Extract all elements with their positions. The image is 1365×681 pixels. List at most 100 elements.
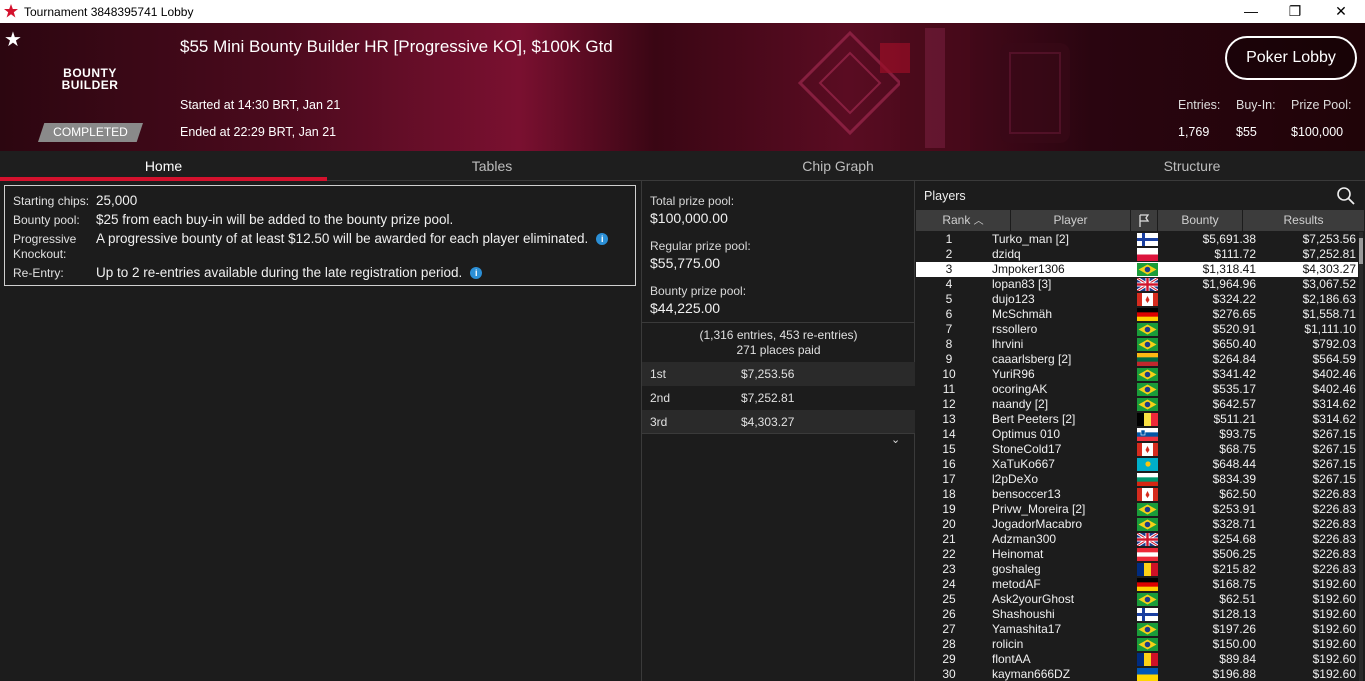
player-result: $1,111.10 bbox=[1304, 322, 1356, 336]
players-title: Players bbox=[924, 189, 966, 203]
player-bounty: $535.17 bbox=[1212, 382, 1256, 396]
player-row[interactable]: 23 goshaleg $215.82 $226.83 bbox=[916, 562, 1358, 577]
player-bounty: $62.50 bbox=[1219, 487, 1256, 501]
tab-structure[interactable]: Structure bbox=[1019, 151, 1365, 181]
players-scrollbar[interactable] bbox=[1359, 232, 1363, 681]
player-name: dzidq bbox=[992, 247, 1021, 261]
ended-time: Ended at 22:29 BRT, Jan 21 bbox=[180, 125, 337, 139]
close-button[interactable]: ✕ bbox=[1326, 2, 1356, 20]
player-name: flontAA bbox=[992, 652, 1031, 666]
player-rank: 1 bbox=[945, 232, 953, 246]
player-name: Heinomat bbox=[992, 547, 1044, 561]
player-row[interactable]: 5 dujo123 $324.22 $2,186.63 bbox=[916, 292, 1358, 307]
player-rank: 29 bbox=[942, 652, 956, 666]
status-badge: COMPLETED bbox=[38, 123, 143, 142]
player-row[interactable]: 29 flontAA $89.84 $192.60 bbox=[916, 652, 1358, 667]
player-row[interactable]: 9 caaarlsberg [2] $264.84 $564.59 bbox=[916, 352, 1358, 367]
entries-summary: (1,316 entries, 453 re-entries) 271 plac… bbox=[642, 322, 915, 358]
flag-icon bbox=[1139, 214, 1150, 227]
player-row[interactable]: 27 Yamashita17 $197.26 $192.60 bbox=[916, 622, 1358, 637]
player-row[interactable]: 25 Ask2yourGhost $62.51 $192.60 bbox=[916, 592, 1358, 607]
player-row[interactable]: 21 Adzman300 $254.68 $226.83 bbox=[916, 532, 1358, 547]
prize-panel: Total prize pool: $100,000.00 Regular pr… bbox=[641, 181, 915, 681]
player-row[interactable]: 14 Optimus 010 $93.75 $267.15 bbox=[916, 427, 1358, 442]
bounty-column-header[interactable]: Bounty bbox=[1158, 210, 1243, 231]
player-row[interactable]: 24 metodAF $168.75 $192.60 bbox=[916, 577, 1358, 592]
player-row[interactable]: 16 XaTuKo667 $648.44 $267.15 bbox=[916, 457, 1358, 472]
poker-lobby-button[interactable]: Poker Lobby bbox=[1225, 36, 1357, 80]
player-row[interactable]: 10 YuriR96 $341.42 $402.46 bbox=[916, 367, 1358, 382]
player-name: rssollero bbox=[992, 322, 1038, 336]
player-result: $226.83 bbox=[1312, 562, 1356, 576]
player-result: $192.60 bbox=[1312, 637, 1356, 651]
player-row[interactable]: 8 lhrvini $650.40 $792.03 bbox=[916, 337, 1358, 352]
player-rank: 24 bbox=[942, 577, 956, 591]
player-row[interactable]: 30 kayman666DZ $196.88 $192.60 bbox=[916, 667, 1358, 681]
player-row[interactable]: 28 rolicin $150.00 $192.60 bbox=[916, 637, 1358, 652]
player-row[interactable]: 1 Turko_man [2] $5,691.38 $7,253.56 bbox=[916, 232, 1358, 247]
bounty-pool-value: $25 from each buy-in will be added to th… bbox=[96, 212, 454, 227]
maximize-button[interactable]: ❐ bbox=[1280, 2, 1310, 20]
starting-chips-value: 25,000 bbox=[96, 193, 138, 208]
player-row[interactable]: 22 Heinomat $506.25 $226.83 bbox=[916, 547, 1358, 562]
player-result: $1,558.71 bbox=[1302, 307, 1356, 321]
player-row[interactable]: 18 bensoccer13 $62.50 $226.83 bbox=[916, 487, 1358, 502]
player-rank: 16 bbox=[942, 457, 956, 471]
results-column-header[interactable]: Results bbox=[1243, 210, 1364, 231]
player-row[interactable]: 6 McSchmäh $276.65 $1,558.71 bbox=[916, 307, 1358, 322]
place-row-2: 2nd $7,252.81 bbox=[642, 386, 915, 410]
player-name: Bert Peeters [2] bbox=[992, 412, 1076, 426]
started-time: Started at 14:30 BRT, Jan 21 bbox=[180, 98, 341, 112]
country-flag-icon bbox=[1137, 383, 1158, 396]
search-icon[interactable] bbox=[1336, 186, 1356, 206]
tab-chip-graph[interactable]: Chip Graph bbox=[657, 151, 1019, 181]
player-result: $7,253.56 bbox=[1302, 232, 1356, 246]
player-rank: 13 bbox=[942, 412, 956, 426]
total-prize-label: Total prize pool: bbox=[650, 194, 735, 208]
banner-decoration bbox=[797, 23, 1070, 151]
player-row[interactable]: 2 dzidq $111.72 $7,252.81 bbox=[916, 247, 1358, 262]
player-bounty: $511.21 bbox=[1213, 412, 1257, 426]
player-row[interactable]: 13 Bert Peeters [2] $511.21 $314.62 bbox=[916, 412, 1358, 427]
player-row[interactable]: 26 Shashoushi $128.13 $192.60 bbox=[916, 607, 1358, 622]
player-row[interactable]: 3 Jmpoker1306 $1,318.41 $4,303.27 bbox=[916, 262, 1358, 277]
player-row[interactable]: 11 ocoringAK $535.17 $402.46 bbox=[916, 382, 1358, 397]
country-flag-icon bbox=[1137, 413, 1158, 426]
player-name: bensoccer13 bbox=[992, 487, 1061, 501]
minimize-button[interactable]: — bbox=[1236, 2, 1266, 20]
country-flag-icon bbox=[1137, 623, 1158, 636]
country-flag-icon bbox=[1137, 308, 1158, 321]
player-row[interactable]: 15 StoneCold17 $68.75 $267.15 bbox=[916, 442, 1358, 457]
buyin-label: Buy-In: bbox=[1236, 98, 1276, 112]
pko-value: A progressive bounty of at least $12.50 … bbox=[96, 231, 609, 246]
player-row[interactable]: 12 naandy [2] $642.57 $314.62 bbox=[916, 397, 1358, 412]
player-name: Privw_Moreira [2] bbox=[992, 502, 1086, 516]
pko-info-icon[interactable]: i bbox=[596, 233, 609, 246]
player-row[interactable]: 4 lopan83 [3] $1,964.96 $3,067.52 bbox=[916, 277, 1358, 292]
favorite-star-icon[interactable]: ★ bbox=[4, 27, 22, 52]
player-row[interactable]: 7 rssollero $520.91 $1,111.10 bbox=[916, 322, 1358, 337]
player-row[interactable]: 19 Privw_Moreira [2] $253.91 $226.83 bbox=[916, 502, 1358, 517]
player-result: $267.15 bbox=[1312, 472, 1356, 486]
player-row[interactable]: 17 l2pDeXo $834.39 $267.15 bbox=[916, 472, 1358, 487]
reentry-info-icon[interactable]: i bbox=[470, 267, 483, 280]
player-rank: 18 bbox=[942, 487, 956, 501]
player-rank: 12 bbox=[942, 397, 956, 411]
sort-ascending-icon: ︿ bbox=[973, 216, 984, 227]
player-name: ocoringAK bbox=[992, 382, 1048, 396]
player-row[interactable]: 20 JogadorMacabro $328.71 $226.83 bbox=[916, 517, 1358, 532]
player-name: Ask2yourGhost bbox=[992, 592, 1075, 606]
rank-column-header[interactable]: Rank ︿ bbox=[916, 210, 1011, 231]
scrollbar-thumb[interactable] bbox=[1359, 238, 1363, 264]
tab-tables[interactable]: Tables bbox=[327, 151, 657, 181]
player-bounty: $197.26 bbox=[1212, 622, 1256, 636]
country-flag-icon bbox=[1137, 263, 1158, 276]
flag-column-header[interactable] bbox=[1131, 210, 1158, 231]
player-rank: 10 bbox=[942, 367, 956, 381]
chevron-down-icon[interactable]: ⌄ bbox=[891, 433, 900, 446]
player-bounty: $68.75 bbox=[1219, 442, 1256, 456]
player-name: lhrvini bbox=[992, 337, 1024, 351]
country-flag-icon bbox=[1137, 248, 1158, 261]
player-column-header[interactable]: Player bbox=[1011, 210, 1131, 231]
country-flag-icon bbox=[1137, 488, 1158, 501]
